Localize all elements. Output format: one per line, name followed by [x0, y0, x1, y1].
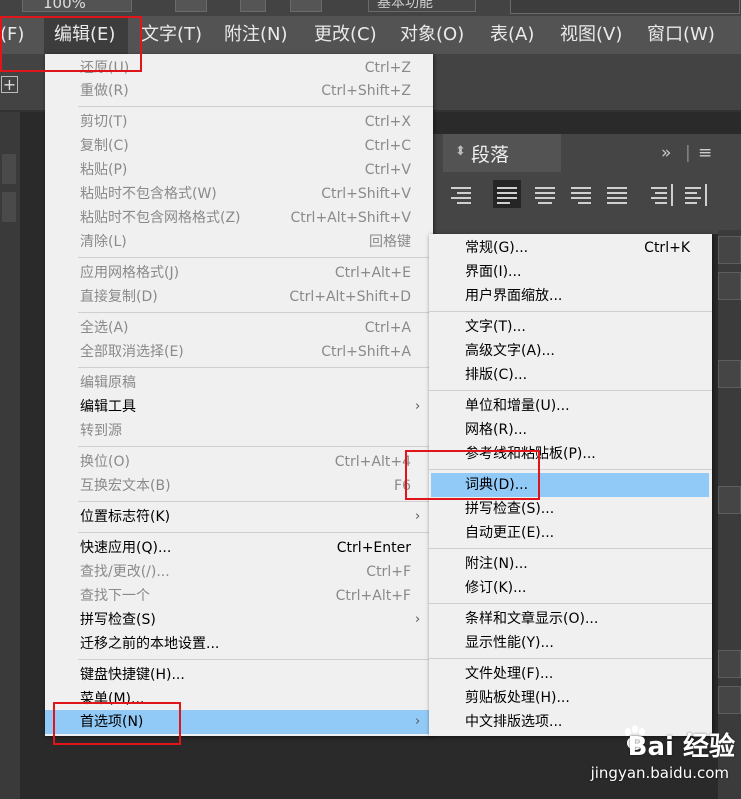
align-right-icon[interactable]: [447, 180, 475, 208]
submenu-arrow-icon: ›: [415, 612, 421, 627]
justify-right-icon[interactable]: [567, 180, 595, 208]
menu-file[interactable]: (F): [0, 16, 24, 54]
menu-edit[interactable]: 编辑(E): [44, 16, 128, 54]
watermark-url: jingyan.baidu.com: [590, 764, 729, 782]
pref-item-display-performance[interactable]: 显示性能(Y)...: [429, 631, 712, 655]
panel-title: 段落: [471, 144, 510, 166]
workspace-switcher[interactable]: 基本功能: [368, 0, 476, 12]
pref-item-file-handling[interactable]: 文件处理(F)...: [429, 662, 712, 686]
submenu-arrow-icon: ›: [415, 714, 421, 729]
tool-button[interactable]: [2, 154, 16, 184]
menu-object[interactable]: 对象(O): [400, 16, 464, 54]
menu-item-clear[interactable]: 清除(L) 回格键: [45, 230, 433, 254]
menu-item-paste-without-formatting[interactable]: 粘贴时不包含格式(W) Ctrl+Shift+V: [45, 182, 433, 206]
edit-menu: 还原(U) Ctrl+Z 重做(R) Ctrl+Shift+Z 剪切(T) Ct…: [45, 54, 433, 736]
align-toward-spine-icon[interactable]: [649, 180, 677, 208]
baidu-watermark: Bai 经验 jingyan.baidu.com: [565, 712, 741, 799]
justify-center-icon[interactable]: [531, 180, 559, 208]
menu-item-edit-with[interactable]: 编辑工具 ›: [45, 395, 433, 419]
menu-notes[interactable]: 附注(N): [224, 16, 288, 54]
pref-item-dictionary[interactable]: 词典(D)...: [431, 473, 709, 497]
panel-field[interactable]: [718, 686, 741, 714]
submenu-arrow-icon: ›: [415, 399, 421, 414]
panel-field[interactable]: [718, 272, 741, 300]
pref-item-guides-pasteboard[interactable]: 参考线和粘贴板(P)...: [429, 442, 712, 466]
top-options-bar: 100% 基本功能: [0, 0, 741, 16]
tools-panel: [0, 112, 20, 799]
tool-button[interactable]: [2, 192, 16, 222]
menu-type[interactable]: 文字(T): [141, 16, 202, 54]
menu-item-redo[interactable]: 重做(R) Ctrl+Shift+Z: [45, 79, 433, 103]
menu-item-menus[interactable]: 菜单(M)...: [45, 687, 433, 711]
panel-field[interactable]: [718, 236, 741, 264]
menu-item-go-to-source[interactable]: 转到源: [45, 419, 433, 443]
pref-item-general[interactable]: 常规(G)... Ctrl+K: [429, 236, 712, 260]
menu-item-migrate-settings[interactable]: 迁移之前的本地设置...: [45, 632, 433, 656]
menu-item-paste-without-grid-format[interactable]: 粘贴时不包含网格格式(Z) Ctrl+Alt+Shift+V: [45, 206, 433, 230]
panel-field[interactable]: [718, 486, 741, 514]
menu-item-edit-original[interactable]: 编辑原稿: [45, 371, 433, 395]
menu-item-duplicate[interactable]: 直接复制(D) Ctrl+Alt+Shift+D: [45, 285, 433, 309]
toolbar-button[interactable]: [175, 0, 207, 12]
pref-item-story-editor-display[interactable]: 条样和文章显示(O)...: [429, 607, 712, 631]
panel-expand-icon[interactable]: »: [661, 143, 671, 163]
panel-divider: |: [685, 143, 691, 163]
align-away-spine-icon[interactable]: [683, 180, 711, 208]
menu-item-placeholder[interactable]: 位置标志符(K) ›: [45, 505, 433, 529]
panel-menu-icon[interactable]: ≡: [698, 143, 712, 163]
pref-item-ui-scaling[interactable]: 用户界面缩放...: [429, 284, 712, 308]
panel-collapse-icon: ⬍: [455, 144, 466, 159]
menu-item-quick-apply[interactable]: 快速应用(Q)... Ctrl+Enter: [45, 536, 433, 560]
menu-item-deselect-all[interactable]: 全部取消选择(E) Ctrl+Shift+A: [45, 340, 433, 364]
pref-item-spelling[interactable]: 拼写检查(S)...: [429, 497, 712, 521]
paragraph-panel-tab[interactable]: ⬍ 段落: [443, 134, 561, 172]
menu-item-keyboard-shortcuts[interactable]: 键盘快捷键(H)...: [45, 663, 433, 687]
menu-changes[interactable]: 更改(C): [314, 16, 377, 54]
alignment-buttons: [433, 180, 741, 214]
pref-item-composition[interactable]: 排版(C)...: [429, 363, 712, 387]
add-icon[interactable]: +: [1, 76, 18, 93]
menu-item-transpose[interactable]: 换位(O) Ctrl+Alt+4: [45, 450, 433, 474]
menu-item-preferences[interactable]: 首选项(N) ›: [45, 710, 433, 734]
search-field[interactable]: [510, 0, 740, 14]
pref-item-interface[interactable]: 界面(I)...: [429, 260, 712, 284]
zoom-field[interactable]: 100%: [22, 0, 132, 12]
preferences-submenu: 常规(G)... Ctrl+K 界面(I)... 用户界面缩放... 文字(T)…: [429, 234, 712, 736]
pref-item-autocorrect[interactable]: 自动更正(E)...: [429, 521, 712, 545]
pref-item-advanced-type[interactable]: 高级文字(A)...: [429, 339, 712, 363]
pref-item-units-increments[interactable]: 单位和增量(U)...: [429, 394, 712, 418]
menu-item-apply-grid-format[interactable]: 应用网格格式(J) Ctrl+Alt+E: [45, 261, 433, 285]
toolbar-button[interactable]: [240, 0, 266, 12]
panel-field[interactable]: [718, 650, 741, 678]
toolbar-button[interactable]: [290, 0, 322, 12]
justify-left-icon[interactable]: [493, 180, 521, 208]
pref-item-track-changes[interactable]: 修订(K)...: [429, 576, 712, 600]
menu-item-copy[interactable]: 复制(C) Ctrl+C: [45, 134, 433, 158]
menu-bar: (F) 编辑(E) 文字(T) 附注(N) 更改(C) 对象(O) 表(A) 视…: [0, 16, 741, 54]
menu-item-select-all[interactable]: 全选(A) Ctrl+A: [45, 316, 433, 340]
pref-item-notes[interactable]: 附注(N)...: [429, 552, 712, 576]
menu-item-find-next[interactable]: 查找下一个 Ctrl+Alt+F: [45, 584, 433, 608]
justify-all-icon[interactable]: [603, 180, 631, 208]
pref-item-type[interactable]: 文字(T)...: [429, 315, 712, 339]
menu-window[interactable]: 窗口(W): [647, 16, 715, 54]
pref-item-grids[interactable]: 网格(R)...: [429, 418, 712, 442]
menu-item-cut[interactable]: 剪切(T) Ctrl+X: [45, 110, 433, 134]
menu-item-paste[interactable]: 粘贴(P) Ctrl+V: [45, 158, 433, 182]
menu-view[interactable]: 视图(V): [560, 16, 622, 54]
menu-item-spelling[interactable]: 拼写检查(S) ›: [45, 608, 433, 632]
menu-item-swap-macro-text[interactable]: 互换宏文本(B) F6: [45, 474, 433, 498]
watermark-logo: Bai 经验: [627, 732, 735, 762]
panel-field[interactable]: [718, 360, 741, 388]
menu-item-find-change[interactable]: 查找/更改(/)... Ctrl+F: [45, 560, 433, 584]
paragraph-panel: ⬍ 段落 » | ≡: [433, 134, 741, 234]
menu-table[interactable]: 表(A): [490, 16, 534, 54]
submenu-arrow-icon: ›: [415, 509, 421, 524]
menu-item-undo[interactable]: 还原(U) Ctrl+Z: [45, 56, 433, 80]
pref-item-clipboard-handling[interactable]: 剪贴板处理(H)...: [429, 686, 712, 710]
